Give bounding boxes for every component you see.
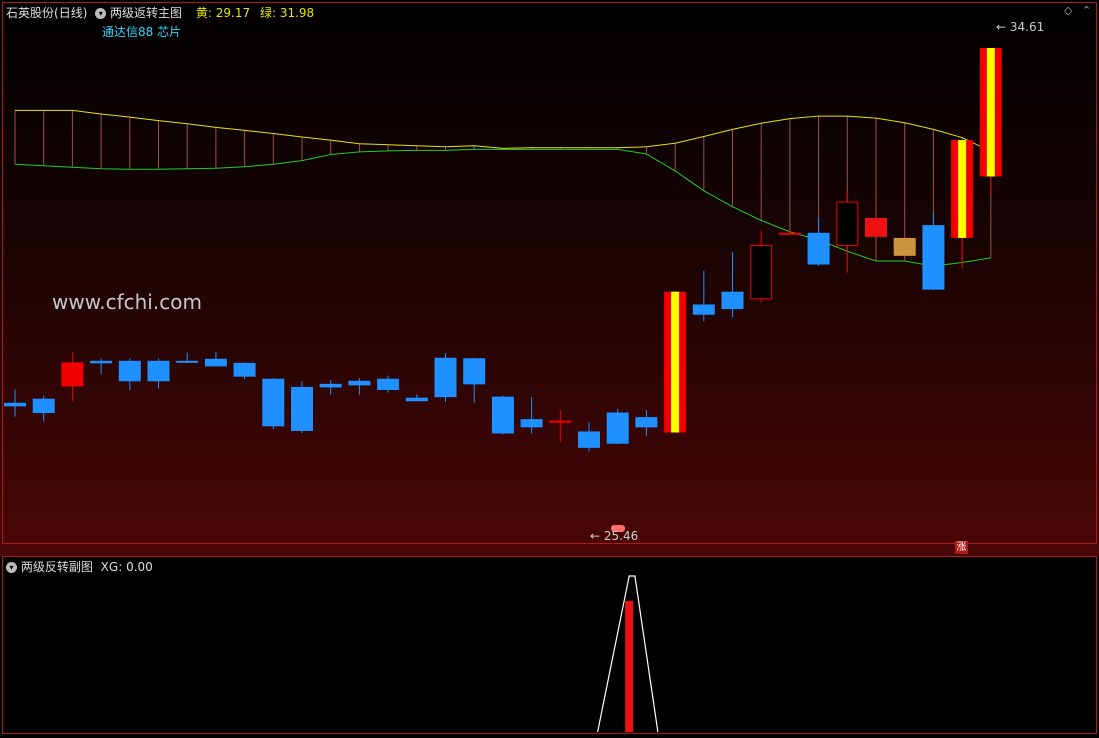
period-label: (日线) bbox=[54, 6, 88, 20]
sub-indicator-name[interactable]: 两级反转副图 bbox=[21, 560, 93, 574]
rise-tag: 涨 bbox=[955, 541, 968, 554]
high-price-label: ← 34.61 bbox=[996, 20, 1045, 34]
chevron-down-icon[interactable]: ▾ bbox=[6, 562, 17, 573]
yellow-label: 黄: bbox=[195, 6, 212, 20]
chevron-down-icon[interactable]: ▾ bbox=[95, 8, 107, 19]
watermark: www.cfchi.com bbox=[52, 290, 202, 314]
low-price-value: 25.46 bbox=[603, 529, 639, 543]
diamond-icon[interactable]: ◇ bbox=[1064, 4, 1072, 17]
main-frame bbox=[2, 2, 1097, 544]
xg-label: XG: bbox=[100, 560, 123, 574]
source-label: 通达信88 芯片 bbox=[102, 25, 182, 39]
main-chart-panel: 石英股份(日线) ▾ 两级返转主图 黄: 29.17 绿: 31.98 通达信8… bbox=[0, 0, 1099, 556]
chevron-up-icon[interactable]: ⌃ bbox=[1082, 4, 1091, 17]
high-price-value: 34.61 bbox=[1009, 20, 1045, 34]
main-header: 石英股份(日线) ▾ 两级返转主图 黄: 29.17 绿: 31.98 bbox=[6, 4, 314, 21]
stock-name: 石英股份 bbox=[6, 6, 55, 20]
xg-value: 0.00 bbox=[126, 560, 153, 574]
green-label: 绿: bbox=[259, 6, 276, 20]
yellow-value: 29.17 bbox=[215, 6, 251, 20]
sub-chart-panel: ▾ 两级反转副图 XG: 0.00 bbox=[0, 556, 1099, 738]
sub-frame bbox=[2, 556, 1097, 734]
green-value: 31.98 bbox=[279, 6, 315, 20]
indicator-name[interactable]: 两级返转主图 bbox=[110, 6, 182, 20]
low-price-label: ← 25.46 bbox=[590, 529, 639, 543]
sub-header: ▾ 两级反转副图 XG: 0.00 bbox=[6, 558, 153, 575]
